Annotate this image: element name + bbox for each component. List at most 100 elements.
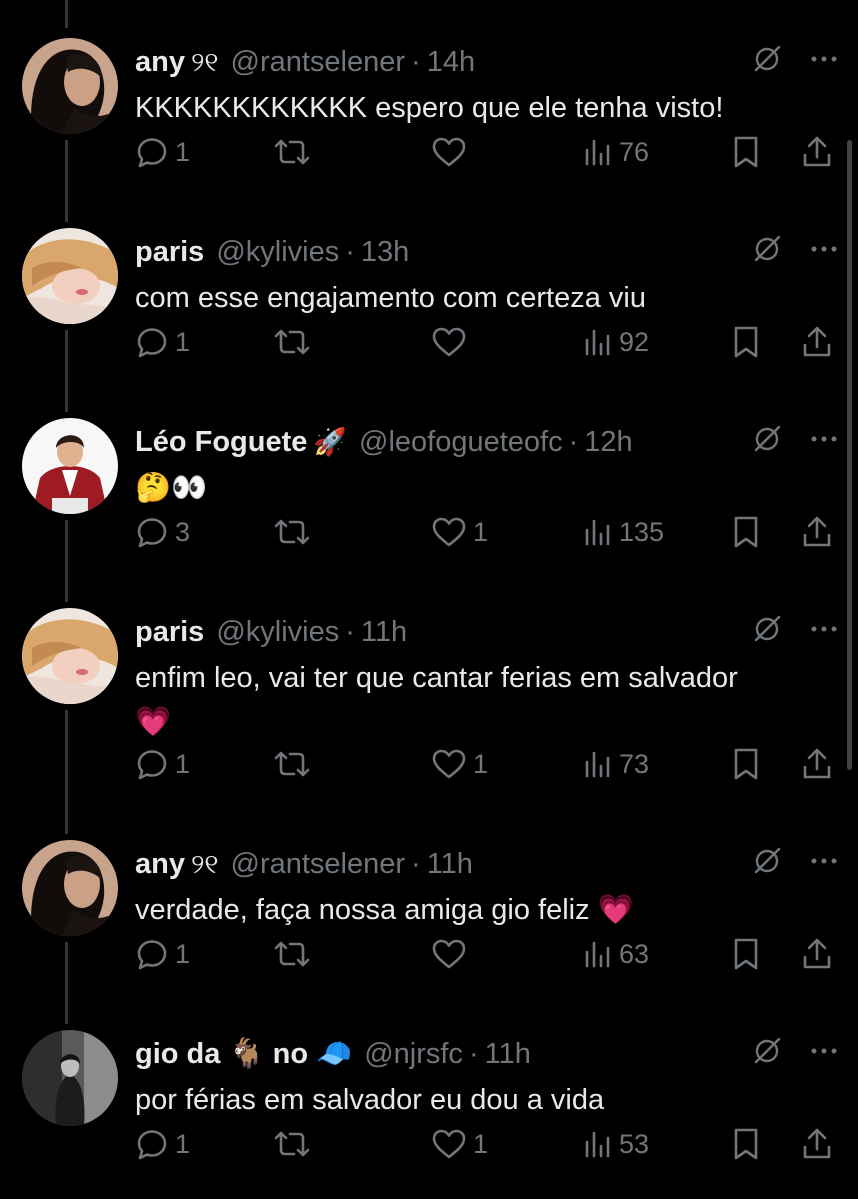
views-button[interactable]: 92: [583, 322, 649, 362]
reply-tweet-2[interactable]: paris @kylivies · 13h com esse engajamen…: [0, 200, 858, 390]
timestamp[interactable]: 11h: [427, 842, 473, 886]
retweet-button[interactable]: [273, 322, 317, 362]
timestamp[interactable]: 12h: [584, 420, 632, 464]
avatar[interactable]: [22, 1030, 118, 1126]
mute-icon[interactable]: [752, 234, 782, 264]
retweet-icon: [274, 941, 310, 967]
username-handle[interactable]: @kylivies: [216, 610, 339, 654]
avatar[interactable]: [22, 228, 118, 324]
like-button[interactable]: [431, 934, 473, 974]
reply-button[interactable]: 1: [135, 934, 190, 974]
share-button[interactable]: [801, 512, 833, 552]
name-emoji: 🚀: [313, 427, 348, 457]
reply-button[interactable]: 1: [135, 744, 190, 784]
separator-dot: ·: [411, 46, 421, 78]
share-button[interactable]: [801, 322, 833, 362]
bookmark-button[interactable]: [731, 512, 761, 552]
view-count: 135: [619, 516, 665, 547]
timestamp[interactable]: 11h: [361, 610, 407, 654]
display-name[interactable]: any: [135, 842, 185, 886]
timestamp[interactable]: 11h: [485, 1032, 531, 1076]
reply-count: 1: [175, 136, 191, 167]
reply-tweet-5[interactable]: any ୨୧ @rantselener · 11h verdade, faça …: [0, 812, 858, 1002]
bookmark-icon: [734, 938, 758, 970]
reply-count: 3: [175, 516, 191, 547]
views-button[interactable]: 73: [583, 744, 649, 784]
like-count: 1: [473, 748, 489, 779]
like-icon: [432, 327, 466, 357]
bookmark-button[interactable]: [731, 322, 761, 362]
retweet-button[interactable]: [273, 512, 317, 552]
like-icon: [432, 137, 466, 167]
reply-button[interactable]: 1: [135, 322, 190, 362]
like-button[interactable]: [431, 322, 473, 362]
reply-button[interactable]: 3: [135, 512, 190, 552]
share-button[interactable]: [801, 1124, 833, 1164]
like-button[interactable]: 1: [431, 512, 488, 552]
views-button[interactable]: 135: [583, 512, 664, 552]
mute-icon[interactable]: [752, 614, 782, 644]
mute-icon[interactable]: [752, 44, 782, 74]
view-count: 73: [619, 748, 650, 779]
reply-tweet-6[interactable]: gio da 🐐 no 🧢 @njrsfc · 11h por férias e…: [0, 1002, 858, 1192]
bookmark-icon: [734, 1128, 758, 1160]
avatar[interactable]: [22, 38, 118, 134]
like-icon: [432, 517, 466, 547]
share-button[interactable]: [801, 132, 833, 172]
views-button[interactable]: 63: [583, 934, 649, 974]
display-name[interactable]: gio da 🐐 no 🧢: [135, 1032, 352, 1076]
more-options-icon[interactable]: [810, 857, 838, 865]
share-button[interactable]: [801, 934, 833, 974]
more-options-icon[interactable]: [810, 625, 838, 633]
like-button[interactable]: [431, 132, 473, 172]
username-handle[interactable]: @kylivies: [216, 230, 339, 274]
timestamp[interactable]: 13h: [361, 230, 409, 274]
share-icon: [803, 938, 831, 969]
more-options-icon[interactable]: [810, 435, 838, 443]
like-button[interactable]: 1: [431, 744, 488, 784]
avatar[interactable]: [22, 840, 118, 936]
display-name[interactable]: Léo Foguete: [135, 420, 307, 464]
more-options-icon[interactable]: [810, 1047, 838, 1055]
retweet-icon: [274, 139, 310, 165]
tweet-top-controls: [752, 1036, 838, 1066]
username-handle[interactable]: @leofogueteofc: [359, 420, 563, 464]
retweet-icon: [274, 1131, 310, 1157]
timestamp[interactable]: 14h: [427, 40, 475, 84]
tweet-header: gio da 🐐 no 🧢 @njrsfc · 11h: [135, 1032, 531, 1076]
bookmark-button[interactable]: [731, 934, 761, 974]
reply-icon: [137, 138, 167, 168]
reply-tweet-3[interactable]: Léo Foguete 🚀 @leofogueteofc · 12h 🤔👀 3 …: [0, 390, 858, 580]
reply-tweet-4[interactable]: paris @kylivies · 11h enfim leo, vai ter…: [0, 580, 858, 780]
retweet-button[interactable]: [273, 934, 317, 974]
reply-button[interactable]: 1: [135, 132, 190, 172]
reply-icon: [137, 940, 167, 970]
mute-icon[interactable]: [752, 846, 782, 876]
username-handle[interactable]: @rantselener: [231, 40, 406, 84]
bookmark-button[interactable]: [731, 1124, 761, 1164]
more-options-icon[interactable]: [810, 55, 838, 63]
display-name[interactable]: paris: [135, 610, 204, 654]
retweet-button[interactable]: [273, 1124, 317, 1164]
views-button[interactable]: 76: [583, 132, 649, 172]
reply-button[interactable]: 1: [135, 1124, 190, 1164]
mute-icon[interactable]: [752, 424, 782, 454]
mute-icon[interactable]: [752, 1036, 782, 1066]
avatar[interactable]: [22, 418, 118, 514]
like-button[interactable]: 1: [431, 1124, 488, 1164]
views-button[interactable]: 53: [583, 1124, 649, 1164]
more-options-icon[interactable]: [810, 245, 838, 253]
reply-count: 1: [175, 748, 191, 779]
retweet-button[interactable]: [273, 744, 317, 784]
reply-tweet-1[interactable]: any ୨୧ @rantselener · 14h KKKKKKKKKKKK e…: [0, 10, 858, 200]
avatar[interactable]: [22, 608, 118, 704]
username-handle[interactable]: @rantselener: [231, 842, 406, 886]
share-button[interactable]: [801, 744, 833, 784]
bookmark-button[interactable]: [731, 132, 761, 172]
bookmark-button[interactable]: [731, 744, 761, 784]
display-name[interactable]: any: [135, 40, 185, 84]
retweet-button[interactable]: [273, 132, 317, 172]
views-icon: [585, 139, 610, 166]
display-name[interactable]: paris: [135, 230, 204, 274]
username-handle[interactable]: @njrsfc: [364, 1032, 463, 1076]
